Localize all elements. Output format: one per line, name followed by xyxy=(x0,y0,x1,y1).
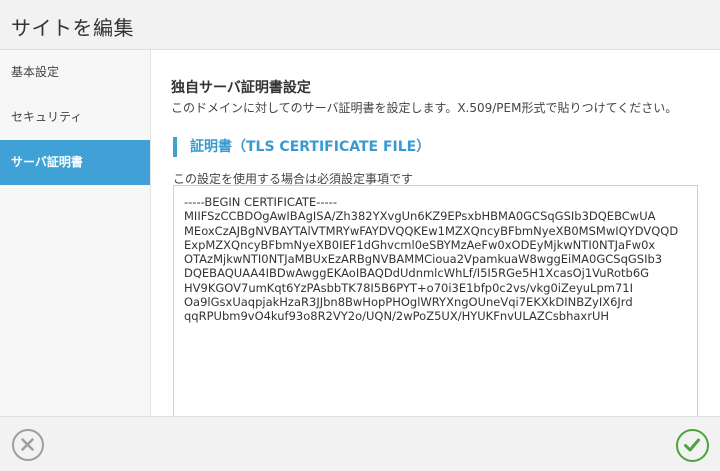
section-title: 独自サーバ証明書設定 xyxy=(171,80,311,96)
settings-sidebar: 基本設定 セキュリティ サーバ証明書 xyxy=(0,50,151,416)
certificate-textarea[interactable] xyxy=(173,185,698,416)
confirm-button[interactable] xyxy=(676,429,709,462)
dialog-title: サイトを編集 xyxy=(11,16,134,40)
dialog-footer xyxy=(0,416,720,471)
sidebar-item-basic-settings[interactable]: 基本設定 xyxy=(0,50,150,95)
cancel-button[interactable] xyxy=(12,429,44,461)
dialog-header: サイトを編集 xyxy=(0,0,720,50)
section-description: このドメインに対してのサーバ証明書を設定します。X.509/PEM形式で貼りつけ… xyxy=(171,101,678,115)
certificate-subheading: 証明書（TLS CERTIFICATE FILE） xyxy=(173,137,430,157)
main-panel: 独自サーバ証明書設定 このドメインに対してのサーバ証明書を設定します。X.509… xyxy=(151,50,720,416)
sidebar-item-security[interactable]: セキュリティ xyxy=(0,95,150,140)
sidebar-item-server-certificate[interactable]: サーバ証明書 xyxy=(0,140,150,185)
